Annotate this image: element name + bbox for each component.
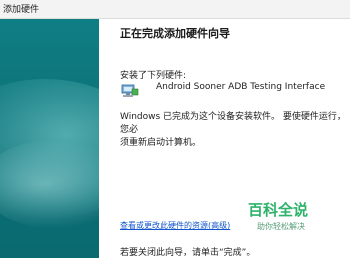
add-hardware-wizard-window: 添加硬件 正在完成添加硬件向导 安装了下列硬件: Android Sooner … — [0, 0, 350, 258]
installed-hardware-label: 安装了下列硬件: — [120, 71, 187, 81]
baike-watermark: 百科全说 助你轻松解决 — [248, 201, 308, 231]
device-name: Android Sooner ADB Testing Interface — [156, 82, 326, 92]
watermark-name: 百科全说 — [248, 201, 308, 219]
watermark-tagline: 助你轻松解决 — [257, 221, 305, 231]
window-title: 添加硬件 — [3, 5, 40, 15]
finish-message: Windows 已完成为这个设备安装软件。 要使硬件运行，您必 须重新启动计算机… — [120, 111, 348, 150]
wizard-side-banner — [0, 19, 99, 258]
banner-glow-decoration — [0, 139, 99, 229]
finish-message-line-2: 须重新启动计算机。 — [120, 138, 202, 148]
close-hint-text: 若要关闭此向导，请单击“完成”。 — [120, 248, 256, 258]
network-adapter-icon — [121, 84, 139, 97]
title-bar: 添加硬件 — [0, 0, 350, 19]
wizard-heading: 正在完成添加硬件向导 — [120, 27, 230, 40]
finish-message-line-1: Windows 已完成为这个设备安装软件。 要使硬件运行，您必 — [120, 112, 346, 135]
view-resources-link[interactable]: 查看或更改此硬件的资源(高级) — [120, 220, 230, 231]
